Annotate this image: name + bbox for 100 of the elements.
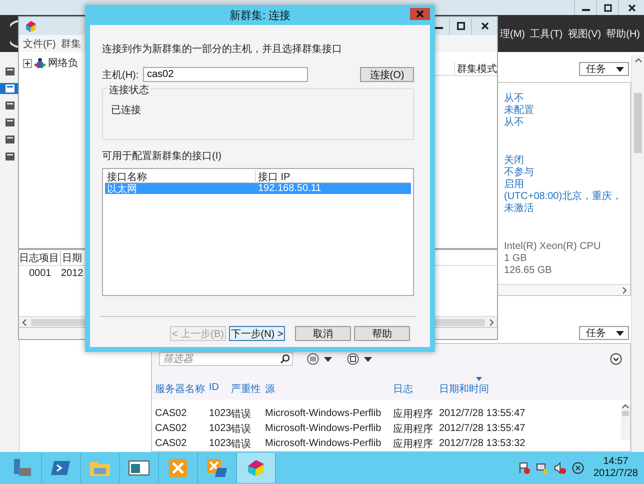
instruction-text: 连接到作为新群集的一部分的主机，并且选择群集接口 [102, 42, 342, 56]
column-header[interactable]: 源 [265, 377, 393, 396]
horizontal-scrollbar[interactable] [498, 284, 630, 295]
table-cell-text: 2012/7/28 13:55:47 [439, 408, 526, 419]
taskbar-button[interactable] [237, 453, 276, 483]
table-cell-text: 2012/7/28 13:53:32 [439, 438, 526, 449]
scroll-up-icon[interactable] [622, 404, 629, 409]
network-icon[interactable] [536, 462, 548, 474]
nav-icon [5, 67, 15, 76]
table-cell-text: 错误 [231, 408, 252, 420]
interfaces-label: 可用于配置新群集的接口(I) [102, 150, 222, 163]
close-circle-icon[interactable] [572, 462, 584, 474]
tree-item[interactable]: 网络负 [48, 56, 78, 70]
property-link[interactable]: 未配置 [504, 105, 534, 117]
table-cell-text: 0001 [28, 268, 52, 279]
menu-item[interactable]: 视图(V) [568, 26, 602, 40]
speaker-icon[interactable] [554, 462, 566, 474]
column-header[interactable]: 日志 [393, 377, 439, 396]
group-legend: 连接状态 [107, 83, 151, 97]
caret-icon [616, 330, 624, 336]
table-cell-text: Microsoft-Windows-Perflib [265, 438, 382, 449]
dialog-button[interactable]: 取消 [295, 326, 351, 341]
column-header[interactable]: 接口名称 [105, 170, 256, 182]
nlb-icon [245, 458, 267, 478]
scroll-right-icon[interactable] [489, 318, 494, 326]
table-cell: 1023 [209, 423, 231, 434]
table-cell-text: 应用程序 [393, 408, 434, 420]
menu-item[interactable]: 群集 [60, 36, 81, 50]
property-link[interactable]: (UTC+08:00)北京，重庆， [504, 191, 622, 203]
scroll-right-icon[interactable] [622, 286, 627, 294]
host-label: 主机(H): [102, 68, 140, 82]
tasks-dropdown[interactable]: 任务 [579, 326, 629, 340]
tasks-dropdown[interactable]: 任务 [579, 62, 629, 76]
menu-item[interactable]: 文件(F) [23, 36, 56, 50]
nav-icon [5, 84, 15, 93]
column-header[interactable]: 日期 [61, 250, 82, 264]
nav-icon [5, 152, 15, 161]
menu-item[interactable]: 帮助(H) [606, 26, 640, 40]
maximize-icon [456, 22, 464, 30]
close-icon [416, 10, 424, 18]
cluster-icon [34, 57, 46, 69]
property-link[interactable]: 不参与 [504, 167, 534, 179]
sort-arrow-icon [476, 377, 482, 381]
scroll-up-icon[interactable] [634, 58, 642, 63]
terminal-icon [50, 458, 72, 478]
clock-time[interactable]: 14:57 [603, 456, 628, 468]
restore-icon [604, 4, 612, 12]
clock-date[interactable]: 2012/7/28 [594, 468, 638, 480]
search-icon[interactable] [280, 354, 290, 364]
table-cell-text: CAS02 [155, 408, 188, 419]
dialog-button[interactable]: 帮助 [354, 326, 410, 341]
table-cell-text: CAS02 [155, 438, 188, 449]
connect-button[interactable]: 连接(O) [360, 67, 414, 82]
expand-toggle-icon[interactable] [23, 58, 32, 68]
vertical-scrollbar[interactable] [621, 404, 630, 440]
column-header[interactable]: 接口 IP [256, 170, 290, 182]
dialog-button[interactable]: 下一步(N) > [229, 326, 285, 341]
vertical-scrollbar[interactable] [631, 55, 644, 452]
table-cell-text: 应用程序 [393, 438, 434, 450]
column-header[interactable]: 日志项目 [19, 250, 61, 264]
property-link[interactable]: 未激活 [504, 203, 534, 215]
table-cell-text: Microsoft-Windows-Perflib [265, 408, 382, 419]
scroll-thumb[interactable] [634, 93, 642, 153]
column-header[interactable]: 严重性 [231, 377, 265, 396]
menu-item[interactable]: 理(M) [500, 26, 525, 40]
column-header[interactable]: 群集模式 [454, 62, 497, 75]
column-header[interactable]: 日期和时间 [439, 377, 539, 396]
flag-icon[interactable] [518, 462, 530, 474]
filter-field[interactable]: 筛选器 [159, 352, 293, 366]
table-cell-text: 错误 [231, 422, 252, 436]
save-query-icon[interactable] [347, 353, 373, 365]
table-cell-text: 错误 [231, 438, 252, 450]
table-cell: 2012 [61, 268, 84, 279]
column-header[interactable]: 服务器名称 [155, 377, 209, 396]
property-link[interactable]: 从不 [504, 93, 524, 105]
nav-item[interactable] [0, 83, 19, 94]
nav-icon [5, 101, 15, 110]
host-field[interactable]: cas02 [143, 67, 308, 82]
close-icon [480, 22, 488, 30]
list-options-icon[interactable] [307, 353, 333, 365]
property-link[interactable]: 关闭 [504, 155, 524, 167]
app-icon [24, 19, 38, 33]
table-cell-text: 2012/7/28 13:55:47 [439, 423, 526, 434]
scroll-left-icon[interactable] [22, 318, 27, 326]
nav-icon [5, 135, 15, 144]
property-value: 1 GB [504, 253, 527, 265]
property-link[interactable]: 启用 [504, 179, 524, 191]
exchange-icon [167, 458, 189, 478]
window-icon [128, 458, 150, 478]
table-cell-text: CAS02 [155, 423, 188, 434]
server-icon [11, 458, 33, 478]
status-text: 已连接 [111, 104, 141, 117]
expand-icon[interactable] [610, 353, 622, 365]
column-header[interactable]: ID [209, 377, 231, 396]
menu-item[interactable]: 工具(T) [530, 26, 563, 40]
scroll-thumb[interactable] [622, 411, 629, 416]
table-cell: 1023 [209, 408, 231, 419]
caret-icon [616, 66, 624, 72]
property-value: 126.65 GB [504, 265, 552, 277]
property-link[interactable]: 从不 [504, 117, 524, 129]
